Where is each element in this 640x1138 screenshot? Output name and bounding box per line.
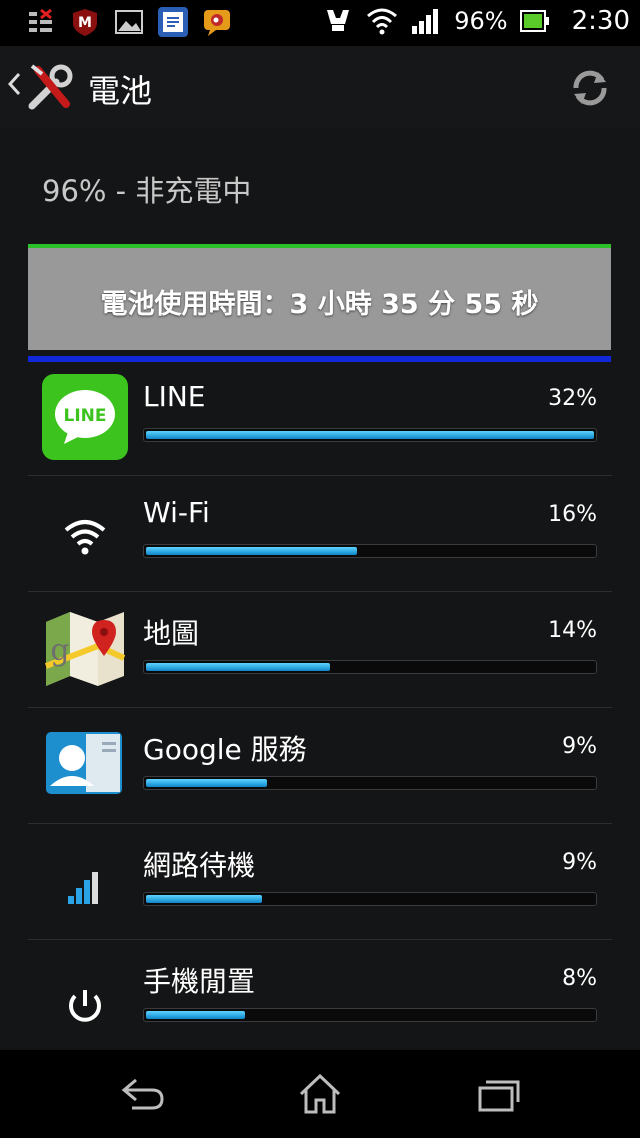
- item-percent: 14%: [548, 618, 597, 643]
- usage-list: LINE LINE 32% Wi-Fi 16% g 地圖 14% Google …: [28, 360, 612, 1055]
- back-chevron-icon[interactable]: [8, 72, 21, 96]
- status-bar: M 96% 2:30: [0, 0, 640, 46]
- usage-time-text: 電池使用時間：3 小時 35 分 55 秒: [100, 289, 539, 320]
- usage-bar: [143, 544, 597, 558]
- item-name: LINE: [143, 380, 206, 413]
- item-name: 手機閒置: [143, 965, 256, 998]
- battery-icon: [519, 10, 549, 32]
- list-item[interactable]: 網路待機 9%: [28, 823, 612, 939]
- signal-icon: [412, 9, 439, 34]
- list-item[interactable]: g 地圖 14%: [28, 591, 612, 707]
- gallery-icon: [114, 7, 144, 37]
- list-item[interactable]: 手機閒置 8%: [28, 939, 612, 1055]
- item-name: Google 服務: [143, 733, 307, 766]
- item-percent: 9%: [562, 850, 597, 875]
- usage-bar: [143, 660, 597, 674]
- battery-usage-graph[interactable]: 電池使用時間：3 小時 35 分 55 秒: [28, 244, 611, 362]
- usage-bar-fill: [146, 547, 357, 555]
- page-title: 電池: [88, 72, 153, 110]
- list-item[interactable]: Wi-Fi 16%: [28, 475, 612, 591]
- item-name: 地圖: [143, 617, 200, 650]
- item-percent: 32%: [548, 386, 597, 411]
- wifi-icon: [64, 520, 106, 555]
- svg-text:g: g: [50, 633, 69, 668]
- notification-settings-icon: [26, 7, 56, 37]
- usage-bar: [143, 776, 597, 790]
- svg-text:M: M: [78, 15, 92, 31]
- svg-text:LINE: LINE: [64, 406, 107, 426]
- usage-bar: [143, 892, 597, 906]
- battery-percent-text: 96%: [454, 7, 508, 35]
- usage-bar-fill: [146, 895, 262, 903]
- usage-bar-fill: [146, 1011, 245, 1019]
- charge-level-line: [28, 244, 611, 248]
- vibrate-icon: [327, 10, 350, 31]
- item-percent: 9%: [562, 734, 597, 759]
- refresh-icon[interactable]: [568, 66, 612, 110]
- contacts-icon: [46, 732, 122, 794]
- recent-apps-icon[interactable]: [474, 1072, 524, 1116]
- wifi-status-icon: [367, 8, 398, 35]
- item-percent: 8%: [562, 966, 597, 991]
- usage-bar-fill: [146, 663, 330, 671]
- settings-tools-icon[interactable]: [26, 62, 76, 112]
- item-name: Wi-Fi: [143, 496, 210, 529]
- action-bar: 電池: [0, 46, 640, 130]
- home-icon[interactable]: [295, 1072, 345, 1116]
- line-icon: LINE: [42, 374, 128, 460]
- navigation-bar: [0, 1050, 640, 1138]
- clock: 2:30: [571, 6, 630, 36]
- item-percent: 16%: [548, 502, 597, 527]
- battery-status-text: 96% - 非充電中: [42, 174, 252, 208]
- battery-content: 96% - 非充電中 電池使用時間：3 小時 35 分 55 秒 LINE LI…: [0, 128, 640, 1048]
- usage-bar: [143, 1008, 597, 1022]
- weibo-icon: [202, 7, 232, 37]
- back-icon[interactable]: [118, 1072, 168, 1116]
- list-item[interactable]: Google 服務 9%: [28, 707, 612, 823]
- cell-signal-icon: [68, 872, 98, 904]
- mcafee-icon: M: [70, 7, 100, 37]
- usage-bar-fill: [146, 431, 594, 439]
- usage-bar-fill: [146, 779, 267, 787]
- usage-bar: [143, 428, 597, 442]
- maps-icon: g: [44, 612, 126, 686]
- power-icon: [69, 990, 101, 1022]
- tieba-icon: [158, 7, 188, 37]
- item-name: 網路待機: [143, 849, 256, 882]
- list-item[interactable]: LINE LINE 32%: [28, 360, 612, 475]
